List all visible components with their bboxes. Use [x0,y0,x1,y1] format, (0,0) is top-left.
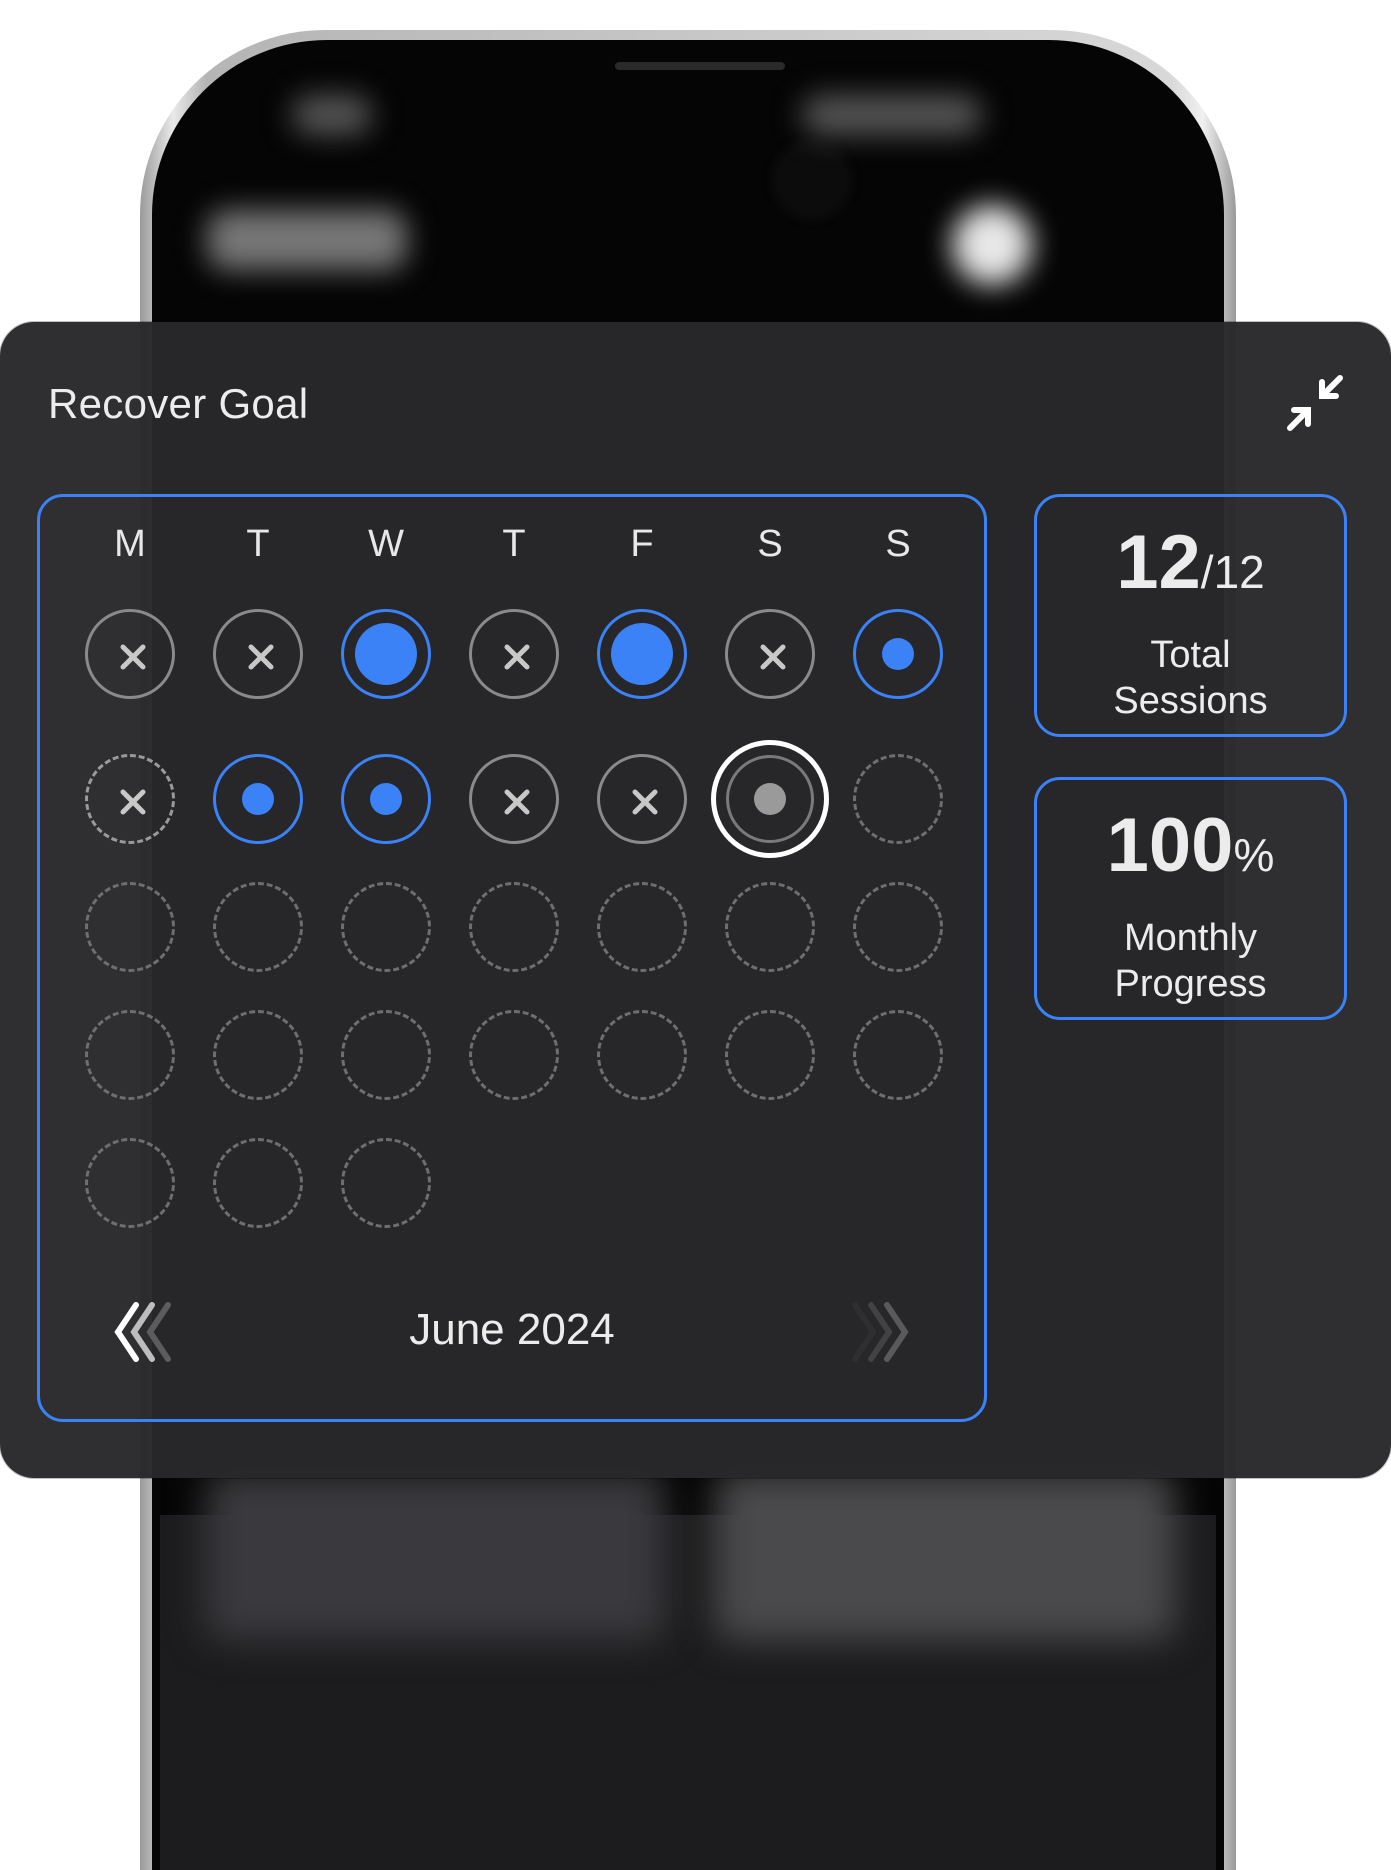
calendar-day-completed[interactable] [341,609,431,699]
weekday-label: S [757,523,783,565]
calendar-day-missed[interactable] [85,609,175,699]
calendar-day-upcoming[interactable] [597,1010,687,1100]
progress-label-line1: Monthly [1123,917,1258,959]
calendar-day-upcoming[interactable] [213,882,303,972]
calendar-day-upcoming[interactable] [85,882,175,972]
x-icon [120,789,146,815]
x-icon [504,789,530,815]
chevron-double-right-icon [852,1302,909,1362]
progress-value-row: 100% [1037,806,1344,907]
x-icon [504,644,530,670]
weekday-label: F [630,523,654,565]
monthly-progress-card: 100% Monthly Progress [1034,777,1347,1020]
calendar-day-upcoming[interactable] [85,1010,175,1100]
calendar-day-upcoming[interactable] [213,1010,303,1100]
blurred-card-left [205,1470,665,1640]
month-calendar: MTWTFSS June 2024 [37,494,987,1422]
sessions-value-row: 12/12 [1037,523,1344,624]
calendar-day-upcoming[interactable] [341,1010,431,1100]
progress-unit: % [1233,829,1275,881]
calendar-day-completed[interactable] [213,754,303,844]
weekday-label: T [502,523,526,565]
sessions-label-line1: Total [1150,634,1231,676]
x-icon [632,789,658,815]
calendar-day-upcoming[interactable] [725,882,815,972]
widget-title: Recover Goal [48,380,309,427]
blurred-avatar [952,205,1032,285]
sessions-completed: 12 [1116,520,1201,605]
front-camera [772,140,852,220]
calendar-day-upcoming[interactable] [341,882,431,972]
x-icon [760,644,786,670]
calendar-day-missed[interactable] [213,609,303,699]
total-sessions-card: 12/12 Total Sessions [1034,494,1347,737]
blurred-card-right [715,1470,1175,1640]
collapse-arrows-icon [1287,375,1343,431]
calendar-day-upcoming[interactable] [853,882,943,972]
calendar-day-missed[interactable] [469,609,559,699]
calendar-day-completed[interactable] [341,754,431,844]
next-month-button[interactable] [837,1297,917,1367]
weekday-label: T [246,523,270,565]
recover-goal-widget: Recover Goal MTWTFSS June 2024 12/12 Tot… [0,322,1391,1478]
weekday-label: S [885,523,911,565]
calendar-day-upcoming[interactable] [469,882,559,972]
calendar-day-upcoming[interactable] [469,1010,559,1100]
calendar-day-upcoming[interactable] [853,1010,943,1100]
calendar-day-completed[interactable] [853,609,943,699]
sessions-total: /12 [1200,546,1265,598]
blurred-status-time [292,95,372,135]
phone-speaker [615,62,785,70]
blurred-status-icons [802,95,982,135]
calendar-day-missed[interactable] [597,754,687,844]
calendar-day-upcoming[interactable] [85,1138,175,1228]
calendar-day-today[interactable] [711,740,829,858]
calendar-day-upcoming[interactable] [341,1138,431,1228]
weekday-label: M [114,523,146,565]
weekday-label: W [368,523,404,565]
progress-value: 100 [1106,803,1234,888]
calendar-day-completed[interactable] [597,609,687,699]
x-icon [248,644,274,670]
calendar-day-upcoming[interactable] [725,1010,815,1100]
calendar-day-missed[interactable] [85,754,175,844]
x-icon [120,644,146,670]
blurred-header [207,210,407,270]
calendar-day-upcoming[interactable] [597,882,687,972]
calendar-day-missed[interactable] [725,609,815,699]
calendar-day-upcoming[interactable] [853,754,943,844]
calendar-day-missed[interactable] [469,754,559,844]
collapse-button[interactable] [1280,368,1350,438]
sessions-label-line2: Sessions [1113,680,1268,722]
calendar-day-upcoming[interactable] [213,1138,303,1228]
progress-label-line2: Progress [1114,963,1267,1005]
